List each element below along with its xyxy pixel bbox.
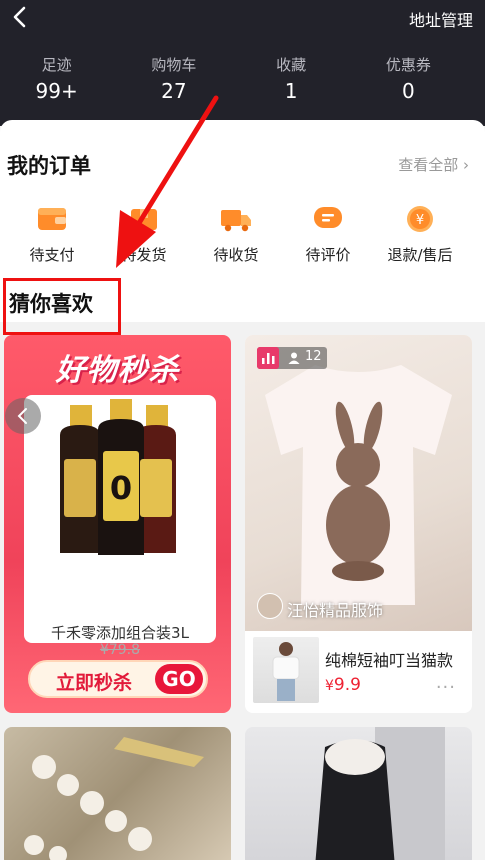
go-badge: GO <box>155 664 203 694</box>
product-image: 12 汪怡精品服饰 <box>245 335 472 631</box>
svg-text:¥: ¥ <box>416 213 424 228</box>
comment-icon <box>314 207 342 228</box>
viewer-count: 12 <box>305 349 322 364</box>
flash-sale-banner: 好物秒杀 <box>55 353 180 388</box>
person-icon <box>288 352 300 364</box>
back-arrow-icon[interactable] <box>6 2 36 32</box>
order-item-refund[interactable]: ¥ 退款/售后 <box>374 204 466 265</box>
orders-title: 我的订单 <box>7 154 91 178</box>
order-item-label: 退款/售后 <box>387 246 453 264</box>
viewer-badge: 12 <box>257 347 327 369</box>
stat-label: 收藏 <box>276 56 307 74</box>
flash-sale-button-label: 立即秒杀 <box>56 672 133 694</box>
order-item-label: 待收货 <box>213 246 259 264</box>
product-info: 纯棉短袖叮当猫款 ¥9.9 ··· <box>245 631 472 713</box>
order-item-label: 待支付 <box>29 246 75 264</box>
stat-value: 99+ <box>35 79 78 103</box>
order-item-label: 待评价 <box>305 246 351 264</box>
stat-coupons[interactable]: 优惠券 0 <box>348 54 469 103</box>
shop-name[interactable]: 汪怡精品服饰 <box>287 597 383 621</box>
stat-value: 27 <box>161 79 187 103</box>
order-item-to-receive[interactable]: 待收货 <box>190 204 282 265</box>
product-card-pants[interactable] <box>245 727 472 860</box>
order-item-to-ship[interactable]: 待发货 <box>98 204 190 265</box>
box-icon <box>131 209 157 230</box>
bar-chart-icon <box>257 347 279 369</box>
more-options-icon[interactable]: ··· <box>436 677 456 698</box>
price-symbol: ¥ <box>325 678 334 694</box>
stat-value: 1 <box>284 79 298 103</box>
view-all-orders-link[interactable]: 查看全部 › <box>398 154 469 175</box>
stat-label: 足迹 <box>41 56 72 74</box>
svg-text:0: 0 <box>110 469 132 507</box>
shop-avatar[interactable] <box>257 593 283 619</box>
order-item-to-review[interactable]: 待评价 <box>282 204 374 265</box>
stats-row: 足迹 99+ 购物车 27 收藏 1 优惠券 0 <box>0 54 485 103</box>
rabbit-tshirt-image <box>265 365 452 605</box>
pearl-hairclips-image <box>24 737 204 860</box>
flash-sale-product[interactable]: 0 千禾零添加组合装3L ¥79.8 ¥1 <box>24 395 216 692</box>
flash-sale-old-price: ¥79.8 <box>99 642 141 658</box>
product-card-hairclips[interactable] <box>4 727 231 860</box>
flash-sale-product-name: 千禾零添加组合装3L <box>51 624 189 642</box>
address-manage-link[interactable]: 地址管理 <box>409 7 473 31</box>
stat-label: 优惠券 <box>385 56 431 74</box>
product-title: 纯棉短袖叮当猫款 <box>325 651 454 670</box>
flash-sale-card[interactable]: 好物秒杀 0 千禾零添加组合装3L ¥79.8 ¥1 立即秒杀 GO <box>4 335 231 713</box>
profile-header: 地址管理 足迹 99+ 购物车 27 收藏 1 优惠券 0 <box>0 0 485 126</box>
annotation-highlight-box <box>3 278 121 335</box>
product-card[interactable]: 12 汪怡精品服饰 纯棉短袖叮当猫款 ¥9.9 ··· <box>245 335 472 713</box>
carousel-prev-button[interactable] <box>5 398 41 434</box>
stat-label: 购物车 <box>151 56 197 74</box>
stat-footprint[interactable]: 足迹 99+ <box>0 54 117 103</box>
stat-cart[interactable]: 购物车 27 <box>113 54 234 103</box>
order-status-row: 待支付 待发货 待收货 待评价 ¥ 退款/售后 <box>0 204 485 265</box>
flash-sale-buy-button[interactable]: 立即秒杀 GO <box>28 660 208 698</box>
price-value: 9.9 <box>333 675 361 695</box>
order-item-pending-payment[interactable]: 待支付 <box>6 204 98 265</box>
soy-sauce-bottles-image: 0 <box>60 399 176 555</box>
wallet-icon <box>38 208 66 230</box>
product-price: ¥9.9 <box>325 675 361 695</box>
stat-value: 0 <box>402 79 415 103</box>
refund-icon: ¥ <box>407 206 433 232</box>
truck-icon <box>221 210 251 232</box>
product-thumbnail <box>253 637 319 703</box>
model-photo <box>272 642 300 701</box>
order-item-label: 待发货 <box>121 246 167 264</box>
maternity-pants-image <box>315 727 445 860</box>
stat-favorites[interactable]: 收藏 1 <box>231 54 352 103</box>
chevron-left-icon <box>17 408 27 424</box>
